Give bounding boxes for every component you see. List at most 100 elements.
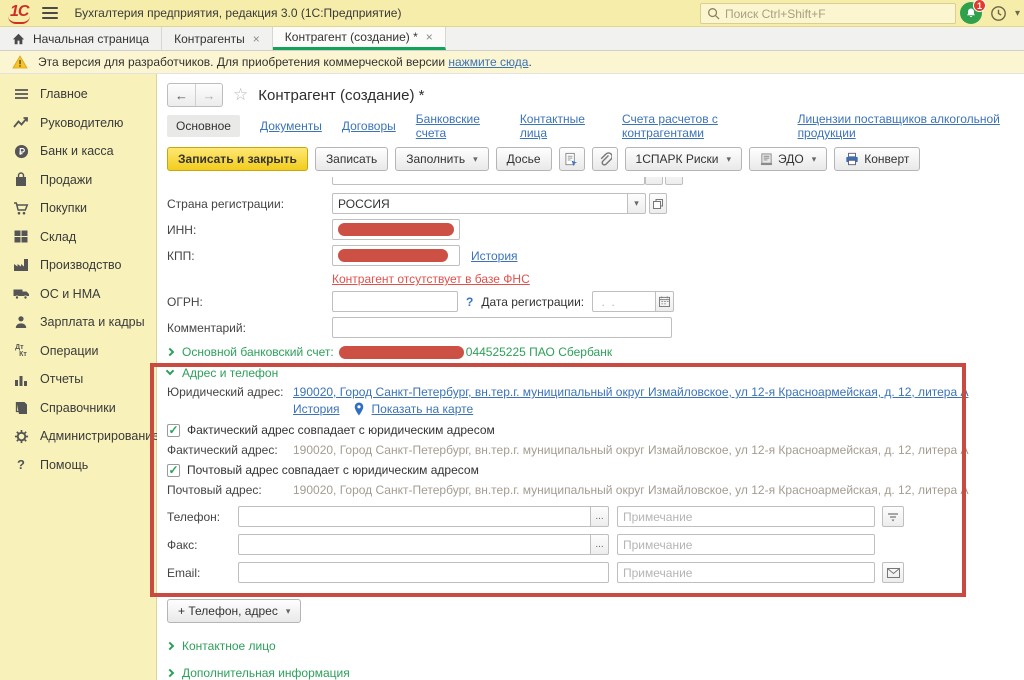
app-title: Бухгалтерия предприятия, редакция 3.0 (1…	[74, 6, 401, 20]
search-input[interactable]	[725, 7, 949, 21]
comment-input[interactable]	[332, 317, 672, 338]
fax-more-button[interactable]: ...	[591, 534, 609, 555]
country-input[interactable]	[332, 193, 628, 214]
trend-chart-icon	[12, 116, 30, 129]
phone-note-input[interactable]	[617, 506, 875, 527]
navlink-alcohol-licenses[interactable]: Лицензии поставщиков алкогольной продукц…	[798, 112, 1024, 140]
navlink-contacts[interactable]: Контактные лица	[520, 112, 602, 140]
phone-actions-button[interactable]	[882, 506, 904, 527]
kpp-input[interactable]	[332, 245, 460, 266]
bank-account-expander[interactable]: Основной банковский счет: 044525225 ПАО …	[167, 345, 1007, 359]
clipped-button[interactable]	[645, 177, 663, 185]
kpp-label: КПП:	[167, 249, 332, 263]
tab-bar: Начальная страница Контрагенты × Контраг…	[0, 27, 1024, 51]
envelope-print-button[interactable]: Конверт	[834, 147, 920, 171]
clipped-input[interactable]	[332, 177, 645, 185]
bank-account-value: 044525225 ПАО Сбербанк	[466, 345, 612, 359]
sidebar-item-spravochniki[interactable]: Справочники	[0, 394, 156, 423]
dossier-button[interactable]: Досье	[496, 147, 552, 171]
sidebar-item-prodazhi[interactable]: Продажи	[0, 166, 156, 195]
inn-input[interactable]	[332, 219, 460, 240]
save-and-close-button[interactable]: Записать и закрыть	[167, 147, 308, 171]
navlink-osnovnoe[interactable]: Основное	[167, 115, 240, 137]
save-button[interactable]: Записать	[315, 147, 388, 171]
legal-address-link[interactable]: 190020, Город Санкт-Петербург, вн.тер.г.…	[293, 385, 969, 399]
chevron-right-icon	[166, 669, 174, 677]
global-search[interactable]	[700, 3, 956, 24]
phone-label: Телефон:	[167, 510, 238, 524]
fill-button[interactable]: Заполнить▾	[395, 147, 488, 171]
additional-info-expander[interactable]: Дополнительная информация	[167, 666, 1007, 680]
post-equals-legal-checkbox[interactable]: ✓	[167, 464, 180, 477]
edo-button[interactable]: ЭДО▾	[749, 147, 827, 171]
open-country-button[interactable]	[649, 193, 667, 214]
notifications-bell-icon[interactable]: 1	[960, 2, 982, 24]
sidebar-item-glavnoe[interactable]: Главное	[0, 80, 156, 109]
country-dropdown-button[interactable]: ▾	[628, 193, 646, 214]
email-input[interactable]	[238, 562, 609, 583]
comment-label: Комментарий:	[167, 321, 332, 335]
kpp-history-link[interactable]: История	[471, 249, 518, 263]
address-section-title: Адрес и телефон	[182, 366, 278, 380]
dev-version-warning: Эта версия для разработчиков. Для приобр…	[0, 51, 1024, 74]
spark-risks-button[interactable]: 1СПАРК Риски▾	[625, 147, 743, 171]
favorite-star-icon[interactable]: ☆	[233, 85, 248, 105]
document-icon	[564, 152, 579, 167]
sidebar-item-bank-kassa[interactable]: Банк и касса	[0, 137, 156, 166]
email-note-input[interactable]	[617, 562, 875, 583]
sidebar-item-os-nma[interactable]: ОС и НМА	[0, 280, 156, 309]
legal-address-history-link[interactable]: История	[293, 402, 340, 416]
navlink-bank-accounts[interactable]: Банковские счета	[416, 112, 500, 140]
phone-input[interactable]	[238, 506, 591, 527]
reg-date-input[interactable]	[592, 291, 656, 312]
fax-note-input[interactable]	[617, 534, 875, 555]
fact-equals-legal-checkbox[interactable]: ✓	[167, 424, 180, 437]
tab-kontragent-create[interactable]: Контрагент (создание) * ×	[273, 27, 446, 50]
cart-icon	[12, 201, 30, 216]
sidebar-item-operacii[interactable]: ДтКт Операции	[0, 337, 156, 366]
close-icon[interactable]: ×	[253, 32, 260, 46]
tab-home[interactable]: Начальная страница	[0, 27, 162, 50]
back-button[interactable]: ←	[168, 84, 195, 106]
menu-lines-icon	[12, 88, 30, 100]
navlink-dokumenty[interactable]: Документы	[260, 119, 322, 133]
sidebar-item-sklad[interactable]: Склад	[0, 223, 156, 252]
chevron-down-icon[interactable]: ▾	[1015, 8, 1020, 19]
address-phone-expander[interactable]: Адрес и телефон	[167, 366, 1007, 380]
buy-commercial-link[interactable]: нажмите сюда	[448, 55, 528, 69]
forward-button[interactable]: →	[195, 84, 222, 106]
contact-person-expander[interactable]: Контактное лицо	[167, 639, 1007, 653]
phone-more-button[interactable]: ...	[591, 506, 609, 527]
history-clock-icon[interactable]	[990, 5, 1007, 22]
ogrn-input[interactable]	[332, 291, 458, 312]
fax-label: Факс:	[167, 538, 238, 552]
kontragent-form: Страна регистрации: ▾ ИНН: КПП: История	[167, 177, 1007, 680]
ogrn-hint-icon[interactable]: ?	[466, 295, 473, 309]
map-pin-icon[interactable]	[354, 402, 364, 416]
sidebar-item-rukovoditelyu[interactable]: Руководителю	[0, 109, 156, 138]
navlink-dogovory[interactable]: Договоры	[342, 119, 396, 133]
navlink-settlement-accounts[interactable]: Счета расчетов с контрагентами	[622, 112, 778, 140]
fns-missing-link[interactable]: Контрагент отсутствует в базе ФНС	[332, 272, 530, 286]
tab-label: Контрагенты	[174, 32, 245, 46]
calendar-button[interactable]	[656, 291, 674, 312]
show-on-map-link[interactable]: Показать на карте	[372, 402, 474, 416]
sidebar-item-proizvodstvo[interactable]: Производство	[0, 251, 156, 280]
tab-kontragenty[interactable]: Контрагенты ×	[162, 27, 273, 50]
reg-date-label: Дата регистрации:	[481, 295, 584, 309]
close-icon[interactable]: ×	[426, 30, 433, 44]
sidebar-item-pokupki[interactable]: Покупки	[0, 194, 156, 223]
clipped-button[interactable]	[665, 177, 683, 185]
sidebar-item-administrirovanie[interactable]: Администрирование	[0, 422, 156, 451]
main-menu-icon[interactable]	[42, 7, 58, 19]
sidebar-item-otchety[interactable]: Отчеты	[0, 365, 156, 394]
send-email-button[interactable]	[882, 562, 904, 583]
partially-visible-field	[167, 177, 1007, 187]
sidebar-item-pomosch[interactable]: ? Помощь	[0, 451, 156, 480]
home-icon	[12, 33, 25, 45]
fax-input[interactable]	[238, 534, 591, 555]
add-phone-address-button[interactable]: + Телефон, адрес▾	[167, 599, 301, 623]
sidebar-item-zarplata[interactable]: Зарплата и кадры	[0, 308, 156, 337]
attach-file-button[interactable]	[592, 147, 618, 171]
document-report-button[interactable]	[559, 147, 585, 171]
